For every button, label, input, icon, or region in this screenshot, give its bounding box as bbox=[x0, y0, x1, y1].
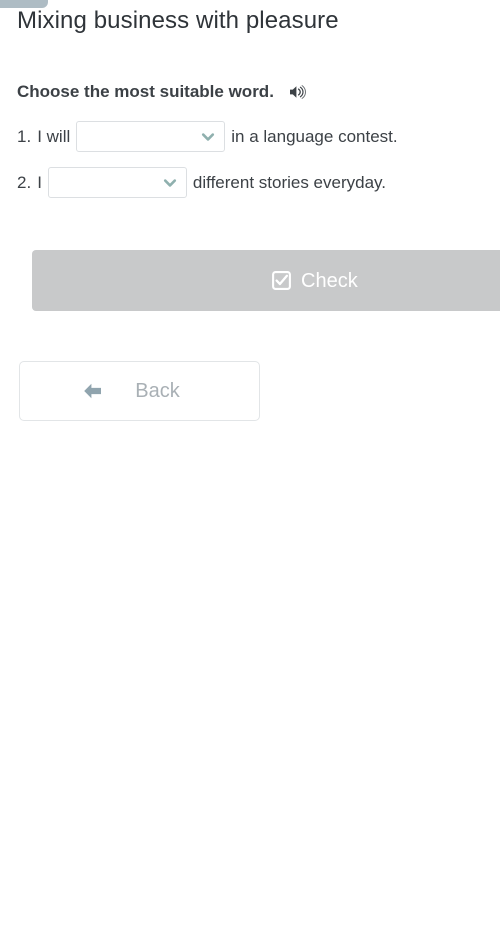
check-button-label: Check bbox=[301, 269, 358, 292]
question-row-2: 2. I different stories everyday. bbox=[17, 167, 386, 198]
page-title: Mixing business with pleasure bbox=[17, 7, 339, 34]
question-prefix-2: I bbox=[37, 172, 42, 192]
word-select-2[interactable] bbox=[47, 167, 187, 198]
question-number-2: 2. bbox=[17, 172, 32, 192]
instruction-text: Choose the most suitable word. bbox=[17, 82, 274, 101]
checkbox-checked-icon bbox=[272, 271, 291, 290]
question-row-1: 1. I will in a language contest. bbox=[17, 121, 398, 152]
word-select-1[interactable] bbox=[76, 121, 226, 152]
question-suffix-1: in a language contest. bbox=[231, 126, 398, 146]
speaker-icon[interactable] bbox=[287, 82, 307, 102]
question-suffix-2: different stories everyday. bbox=[192, 172, 386, 192]
instruction-row: Choose the most suitable word. bbox=[17, 80, 307, 104]
question-number-1: 1. bbox=[17, 126, 32, 146]
back-button-label: Back bbox=[135, 380, 180, 402]
back-button[interactable]: Back bbox=[19, 361, 260, 421]
chevron-down-icon bbox=[200, 129, 216, 145]
chevron-down-icon bbox=[162, 175, 178, 191]
check-button[interactable]: Check bbox=[32, 250, 500, 311]
question-prefix-1: I will bbox=[37, 126, 71, 146]
